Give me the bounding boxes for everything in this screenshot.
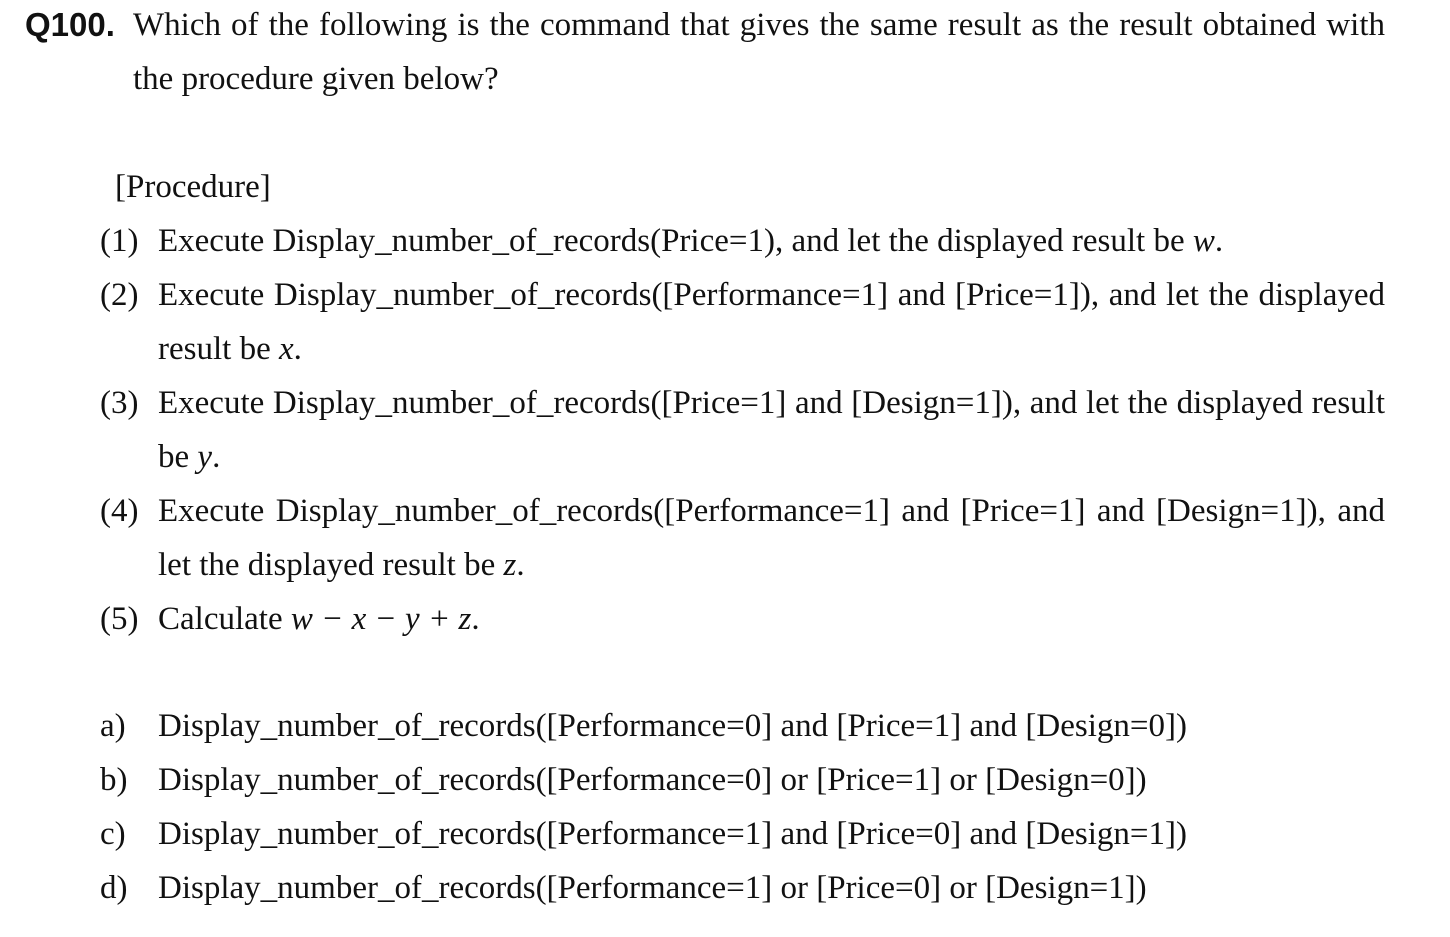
question-number: Q100. bbox=[25, 6, 115, 43]
step-number: (5) bbox=[100, 601, 139, 637]
question-block: Q100. Which of the following is the comm… bbox=[25, 0, 1385, 106]
step-text: Execute Display_number_of_records([Perfo… bbox=[158, 484, 1385, 592]
choice-text: Display_number_of_records([Performance=1… bbox=[158, 816, 1187, 852]
question-row: Q100. Which of the following is the comm… bbox=[25, 0, 1385, 106]
procedure-step: (3) Execute Display_number_of_records([P… bbox=[100, 376, 1385, 484]
procedure-title: [Procedure] bbox=[115, 169, 271, 205]
answer-choices: a) Display_number_of_records([Performanc… bbox=[100, 699, 1385, 915]
procedure-block: [Procedure] (1) Execute Display_number_o… bbox=[100, 160, 1385, 646]
choice-c[interactable]: c) Display_number_of_records([Performanc… bbox=[100, 807, 1385, 861]
step-text-end: . bbox=[1214, 223, 1224, 259]
step-text-end: . bbox=[212, 439, 221, 475]
step-text-end: . bbox=[516, 547, 525, 583]
step-text-end: . bbox=[471, 601, 480, 637]
procedure-step: (4) Execute Display_number_of_records([P… bbox=[100, 484, 1385, 592]
choice-text: Display_number_of_records([Performance=1… bbox=[158, 870, 1147, 906]
question-text: Which of the following is the command th… bbox=[133, 7, 1385, 97]
step-text: Calculate w − x − y + z. bbox=[158, 592, 1385, 646]
choice-d[interactable]: d) Display_number_of_records([Performanc… bbox=[100, 861, 1385, 915]
step-variable: x bbox=[278, 331, 294, 367]
choice-text: Display_number_of_records([Performance=0… bbox=[158, 762, 1147, 798]
step-variable: z bbox=[503, 547, 517, 583]
procedure-step: (1) Execute Display_number_of_records(Pr… bbox=[100, 214, 1385, 268]
choice-letter: c) bbox=[100, 816, 126, 852]
step-text-body: Execute Display_number_of_records(Price=… bbox=[158, 223, 1193, 259]
document-page: Q100. Which of the following is the comm… bbox=[0, 0, 1450, 937]
step-text-body: Execute Display_number_of_records([Price… bbox=[158, 385, 1385, 475]
choice-letter: d) bbox=[100, 870, 128, 906]
choice-letter: b) bbox=[100, 762, 128, 798]
step-text: Execute Display_number_of_records(Price=… bbox=[158, 214, 1385, 268]
procedure-step: (2) Execute Display_number_of_records([P… bbox=[100, 268, 1385, 376]
step-text-end: . bbox=[293, 331, 302, 367]
choice-text: Display_number_of_records([Performance=0… bbox=[158, 708, 1187, 744]
choice-a[interactable]: a) Display_number_of_records([Performanc… bbox=[100, 699, 1385, 753]
step-text: Execute Display_number_of_records([Perfo… bbox=[158, 268, 1385, 376]
step-number: (4) bbox=[100, 493, 139, 529]
step-variable: y bbox=[197, 439, 213, 475]
step-variable: w bbox=[1192, 223, 1215, 259]
procedure-step: (5) Calculate w − x − y + z. bbox=[100, 592, 1385, 646]
step-number: (2) bbox=[100, 277, 139, 313]
choice-b[interactable]: b) Display_number_of_records([Performanc… bbox=[100, 753, 1385, 807]
step-formula: w − x − y + z bbox=[290, 601, 472, 637]
step-text-body: Execute Display_number_of_records([Perfo… bbox=[158, 277, 1385, 367]
step-text-body: Calculate bbox=[158, 601, 291, 637]
step-number: (3) bbox=[100, 385, 139, 421]
choice-letter: a) bbox=[100, 708, 126, 744]
step-text-body: Execute Display_number_of_records([Perfo… bbox=[158, 493, 1385, 583]
step-number: (1) bbox=[100, 223, 139, 259]
step-text: Execute Display_number_of_records([Price… bbox=[158, 376, 1385, 484]
